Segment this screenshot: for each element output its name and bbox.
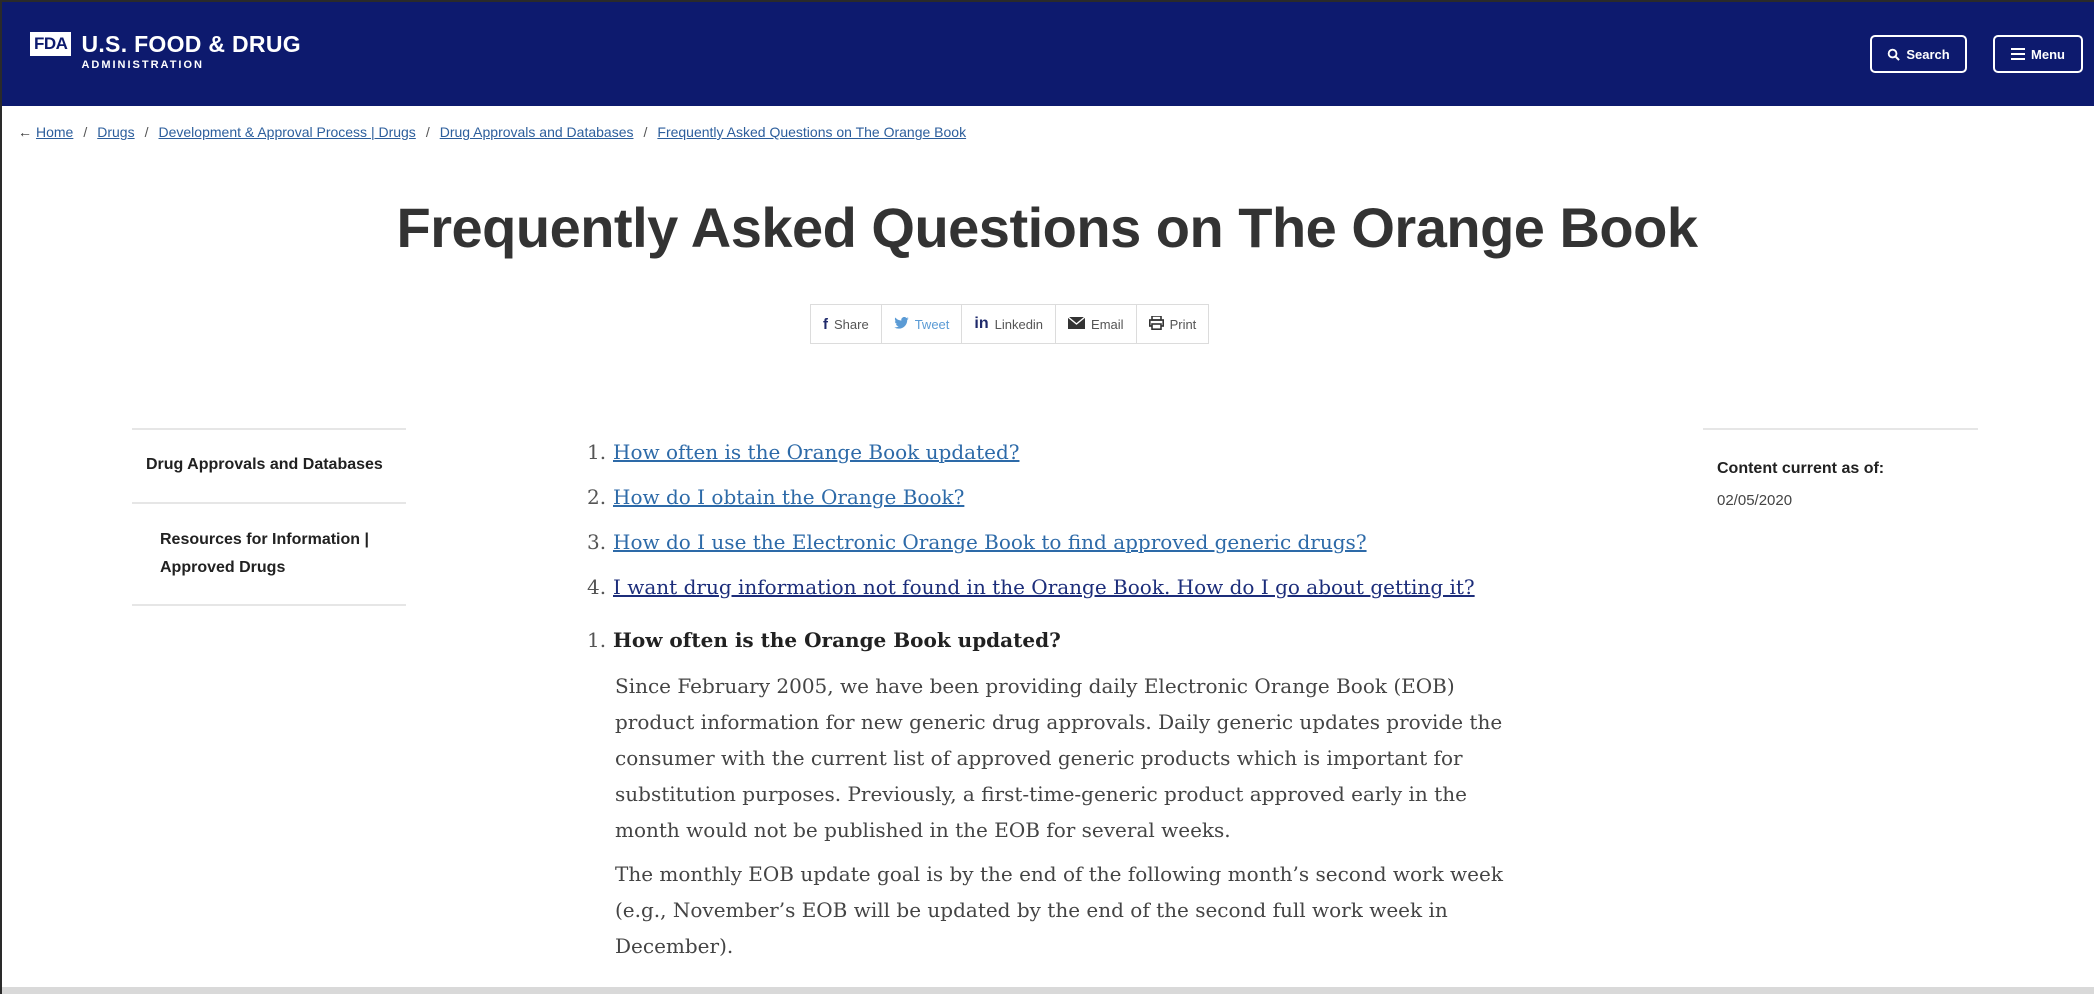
faq-number: 2. (587, 485, 607, 509)
faq-number: 1. (587, 440, 607, 464)
faq-link[interactable]: How often is the Orange Book updated? (613, 438, 1019, 483)
horizontal-scrollbar[interactable] (2, 987, 2094, 994)
facebook-icon: f (823, 315, 828, 333)
menu-label: Menu (2031, 46, 2065, 62)
faq-list-item: 2. How do I obtain the Orange Book? (587, 483, 1547, 528)
linkedin-label: Linkedin (994, 316, 1044, 332)
faq-number: 4. (587, 575, 607, 599)
share-label: Share (834, 316, 869, 332)
page-title: Frequently Asked Questions on The Orange… (396, 196, 1698, 259)
faq-list-item: 4. I want drug information not found in … (587, 573, 1547, 618)
faq-link[interactable]: How do I obtain the Orange Book? (613, 483, 964, 528)
content-current-date: 02/05/2020 (1717, 492, 1793, 509)
breadcrumb-home[interactable]: Home (36, 124, 73, 140)
share-email-button[interactable]: Email (1056, 305, 1137, 343)
section-number: 1. (587, 628, 607, 652)
logo-title: U.S. FOOD & DRUG (81, 31, 301, 57)
nav-item-drug-approvals[interactable]: Drug Approvals and Databases (132, 430, 406, 504)
main-content: 1. How often is the Orange Book updated?… (587, 438, 1547, 972)
tweet-label: Tweet (914, 316, 950, 332)
answer-paragraph: The monthly EOB update goal is by the en… (615, 862, 1503, 958)
search-button[interactable]: Search (1870, 35, 1967, 73)
faq-number: 3. (587, 530, 607, 554)
breadcrumb-current[interactable]: Frequently Asked Questions on The Orange… (657, 124, 966, 140)
back-arrow-icon: ← (18, 124, 32, 140)
email-label: Email (1091, 316, 1124, 332)
envelope-icon (1067, 315, 1086, 332)
logo-subtitle: ADMINISTRATION (81, 59, 204, 71)
share-twitter-button[interactable]: Tweet (882, 305, 963, 343)
content-current-box: Content current as of: 02/05/2020 (1703, 428, 1978, 539)
share-print-button[interactable]: Print (1137, 305, 1209, 343)
breadcrumb-separator: / (83, 124, 88, 140)
content-current-label: Content current as of: (1717, 460, 1885, 477)
print-label: Print (1169, 316, 1197, 332)
share-linkedin-button[interactable]: in Linkedin (962, 305, 1057, 343)
left-nav: Drug Approvals and Databases Resources f… (132, 428, 406, 606)
breadcrumb-drugs[interactable]: Drugs (97, 124, 134, 140)
answer-body: Since February 2005, we have been provid… (615, 668, 1530, 964)
linkedin-icon: in (974, 315, 989, 332)
faq-list: 1. How often is the Orange Book updated?… (587, 438, 1547, 618)
section-heading: 1. How often is the Orange Book updated? (587, 626, 1547, 654)
menu-button[interactable]: Menu (1993, 35, 2083, 73)
answer-paragraph: Since February 2005, we have been provid… (615, 674, 1503, 842)
breadcrumb-separator: / (643, 124, 648, 140)
breadcrumb: ← Home / Drugs / Development & Approval … (18, 124, 966, 140)
breadcrumb-drug-approvals[interactable]: Drug Approvals and Databases (440, 124, 634, 140)
site-header: FDA U.S. FOOD & DRUG ADMINISTRATION Sear… (2, 2, 2094, 106)
faq-link[interactable]: I want drug information not found in the… (613, 573, 1475, 618)
share-bar: f Share Tweet in Linkedin Email Print (810, 304, 1210, 344)
breadcrumb-separator: / (425, 124, 430, 140)
nav-item-resources[interactable]: Resources for Information | Approved Dru… (132, 504, 406, 606)
printer-icon (1148, 314, 1164, 333)
search-label: Search (1906, 46, 1950, 62)
share-facebook-button[interactable]: f Share (811, 305, 882, 343)
section-title: How often is the Orange Book updated? (613, 628, 1061, 652)
search-icon (1887, 48, 1901, 61)
faq-link[interactable]: How do I use the Electronic Orange Book … (613, 528, 1367, 573)
twitter-icon (894, 316, 909, 332)
fda-badge: FDA (30, 32, 72, 56)
hamburger-icon (2011, 48, 2026, 60)
breadcrumb-separator: / (144, 124, 149, 140)
breadcrumb-development-approval[interactable]: Development & Approval Process | Drugs (159, 124, 416, 140)
fda-logo[interactable]: FDA U.S. FOOD & DRUG ADMINISTRATION (30, 32, 301, 72)
faq-list-item: 1. How often is the Orange Book updated? (587, 438, 1547, 483)
faq-list-item: 3. How do I use the Electronic Orange Bo… (587, 528, 1547, 573)
